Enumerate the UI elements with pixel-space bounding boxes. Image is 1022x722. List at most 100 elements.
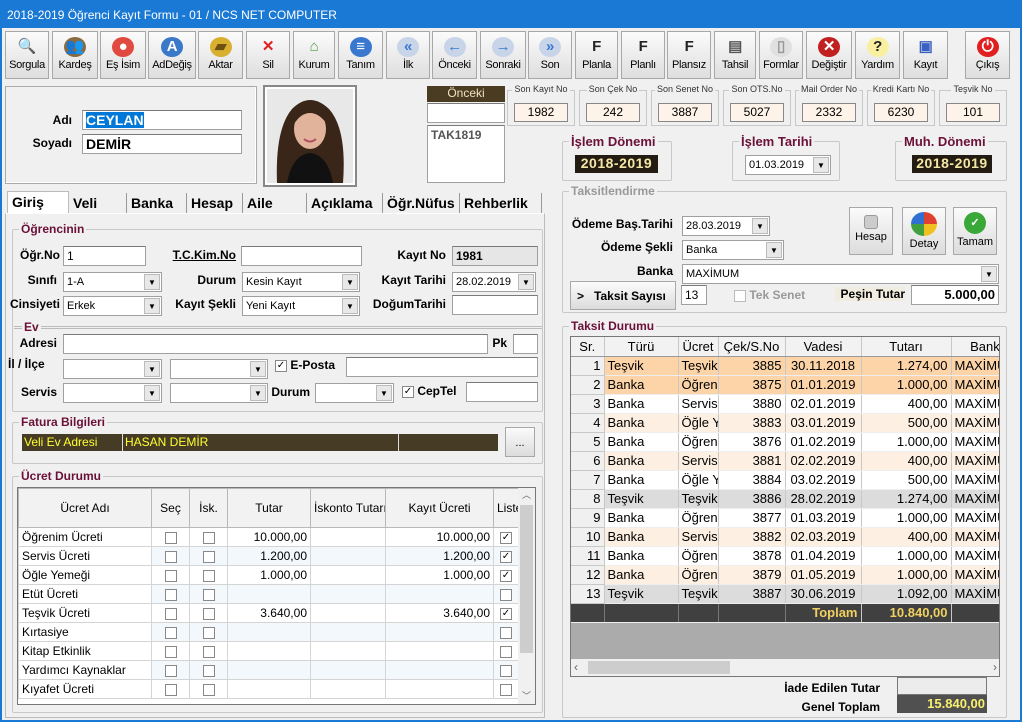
toolbar-button-son[interactable]: » Son [528, 31, 572, 79]
kayittarihi-picker[interactable]: 28.02.2019 ▼ [452, 272, 536, 292]
taksit-hscrollbar[interactable]: ‹ › [571, 659, 999, 676]
ev-durum-select[interactable]: ▼ [315, 383, 394, 403]
scroll-thumb[interactable] [520, 505, 533, 653]
onceki-donem-list[interactable]: TAK1819 [427, 125, 505, 183]
chevron-down-icon[interactable]: ▼ [144, 274, 160, 290]
ceptel-checkbox[interactable]: ✓ CepTel [402, 384, 456, 398]
sec-checkbox[interactable] [164, 588, 177, 601]
scroll-thumb[interactable] [588, 661, 730, 674]
list-item[interactable]: TAK1819 [431, 128, 481, 142]
soyad-input[interactable]: DEMİR [82, 134, 242, 154]
chevron-down-icon[interactable]: ﹀ [518, 689, 535, 702]
chevron-down-icon[interactable]: ▼ [766, 242, 782, 258]
table-row[interactable]: Kırtasiye [18, 622, 519, 642]
sec-checkbox[interactable] [164, 607, 177, 620]
toolbar-button-eşisim[interactable]: ● Eş İsim [100, 31, 146, 79]
table-row[interactable]: Öğrenim Ücreti 10.000,00 10.000,00 ✓ [18, 527, 519, 547]
isk-checkbox[interactable] [202, 683, 215, 696]
detay-button[interactable]: Detay [902, 207, 946, 255]
durum-select[interactable]: Kesin Kayıt ▼ [242, 272, 360, 292]
liste-checkbox[interactable] [500, 626, 512, 639]
hesap-button[interactable]: Hesap [849, 207, 893, 255]
chevron-down-icon[interactable]: ▼ [813, 157, 829, 173]
table-row[interactable]: 7BankaÖğle Yemeği388403.02.2019500,00MAX… [571, 470, 999, 490]
fatura-row[interactable]: Veli Ev Adresi HASAN DEMİR [22, 434, 498, 451]
toolbar-button-kayıt[interactable]: ▣ Kayıt [903, 31, 948, 79]
toolbar-button-çıkış[interactable]: ⏻ Çıkış [965, 31, 1010, 79]
toolbar-button-kurum[interactable]: ⌂ Kurum [293, 31, 335, 79]
chevron-right-icon[interactable]: › [993, 660, 997, 674]
eposta-checkbox[interactable]: ✓ E-Posta [275, 358, 335, 372]
chevron-down-icon[interactable]: ▼ [144, 298, 160, 314]
pk-input[interactable] [513, 334, 538, 354]
taksit-sayisi-input[interactable]: 13 [681, 285, 707, 305]
chevron-down-icon[interactable]: ▼ [144, 361, 160, 377]
chevron-down-icon[interactable]: ▼ [144, 385, 160, 401]
chevron-up-icon[interactable]: ︿ [518, 488, 535, 501]
pesin-tutar-input[interactable]: 5.000,00 [911, 285, 999, 305]
table-row[interactable]: Kitap Etkinlik [18, 641, 519, 661]
chevron-down-icon[interactable]: ▼ [518, 274, 534, 290]
ad-input[interactable]: CEYLAN [82, 110, 242, 130]
ilce-select[interactable]: ▼ [170, 359, 268, 379]
table-row[interactable]: 4BankaÖğle Yemeği388303.01.2019500,00MAX… [571, 413, 999, 433]
chevron-down-icon[interactable]: ▼ [342, 298, 358, 314]
banka-select[interactable]: MAXİMUM ▼ [682, 264, 999, 284]
toolbar-button-plansız[interactable]: F Plansız [667, 31, 711, 79]
servis2-select[interactable]: ▼ [170, 383, 268, 403]
table-row[interactable]: 8 Teşvik Teşvik 3886 28.02.2019 1.274,00 MAXİM… [571, 489, 999, 509]
ceptel-input[interactable] [466, 382, 538, 402]
liste-checkbox[interactable]: ✓ [500, 569, 512, 582]
chevron-down-icon[interactable]: ▼ [250, 385, 266, 401]
liste-checkbox[interactable] [500, 588, 512, 601]
chevron-down-icon[interactable]: ▼ [250, 361, 266, 377]
isk-checkbox[interactable] [202, 626, 215, 639]
toolbar-button-tahsil[interactable]: ▤ Tahsil [714, 31, 756, 79]
tab-hesap[interactable]: Hesap [187, 193, 243, 214]
tab-veli[interactable]: Veli [69, 193, 127, 214]
table-row[interactable]: Kıyafet Ücreti [18, 679, 519, 699]
toolbar-button-sonraki[interactable]: → Sonraki [480, 31, 526, 79]
table-row[interactable]: Etüt Ücreti [18, 584, 519, 604]
tab-öğrnüfus[interactable]: Öğr.Nüfus [383, 193, 460, 214]
sec-checkbox[interactable] [164, 664, 177, 677]
adres-input[interactable] [63, 334, 488, 354]
liste-checkbox[interactable] [500, 664, 512, 677]
tab-aile[interactable]: Aile [243, 193, 307, 214]
sec-checkbox[interactable] [164, 683, 177, 696]
chevron-down-icon[interactable]: ▼ [342, 274, 358, 290]
table-row[interactable]: 11BankaÖğrenim387801.04.20191.000,00MAXİ… [571, 546, 999, 566]
dogum-input[interactable] [452, 295, 538, 315]
toolbar-button-planlı[interactable]: F Planlı [621, 31, 665, 79]
fatura-more-button[interactable]: ... [505, 427, 535, 457]
table-row[interactable]: Yardımcı Kaynaklar [18, 660, 519, 680]
table-row[interactable]: 12BankaÖğrenim387901.05.20191.000,00MAXİ… [571, 565, 999, 585]
table-row[interactable]: 13 Teşvik Teşvik 3887 30.06.2019 1.092,00 MAXİ… [571, 584, 999, 604]
toolbar-button-ilk[interactable]: « İlk [386, 31, 430, 79]
toolbar-button-kardeş[interactable]: 👥 Kardeş [52, 31, 98, 79]
chevron-down-icon[interactable]: ▼ [981, 266, 997, 282]
liste-checkbox[interactable]: ✓ [500, 550, 512, 563]
table-row[interactable]: 2BankaÖğrenim387501.01.20191.000,00MAXİM… [571, 375, 999, 395]
isk-checkbox[interactable] [202, 569, 215, 582]
tc-input[interactable] [241, 246, 362, 266]
toolbar-button-sil[interactable]: ✕ Sil [246, 31, 290, 79]
toolbar-button-önceki[interactable]: ← Önceki [432, 31, 477, 79]
sinif-select[interactable]: 1-A ▼ [63, 272, 162, 292]
toolbar-button-sorgula[interactable]: 🔍 Sorgula [5, 31, 49, 79]
toolbar-button-aktar[interactable]: ▰ Aktar [198, 31, 243, 79]
liste-checkbox[interactable] [500, 683, 512, 696]
isk-checkbox[interactable] [202, 588, 215, 601]
onceki-donem-input[interactable] [427, 103, 505, 123]
liste-checkbox[interactable]: ✓ [500, 531, 512, 544]
isk-checkbox[interactable] [202, 607, 215, 620]
islem-tarihi-picker[interactable]: 01.03.2019 ▼ [745, 155, 831, 175]
table-row[interactable]: 6BankaServis388102.02.2019400,00MAXİMUM [571, 451, 999, 471]
toolbar-button-yardım[interactable]: ? Yardım [855, 31, 900, 79]
table-row[interactable]: Teşvik Ücreti 3.640,00 3.640,00 ✓ [18, 603, 519, 623]
table-row[interactable]: Servis Ücreti 1.200,00 1.200,00 ✓ [18, 546, 519, 566]
bas-tarihi-picker[interactable]: 28.03.2019 ▼ [682, 216, 770, 236]
tamam-button[interactable]: ✓ Tamam [953, 207, 997, 255]
table-row[interactable]: 3BankaServis388002.01.2019400,00MAXİMUM [571, 394, 999, 414]
table-row[interactable]: Öğle Yemeği 1.000,00 1.000,00 ✓ [18, 565, 519, 585]
